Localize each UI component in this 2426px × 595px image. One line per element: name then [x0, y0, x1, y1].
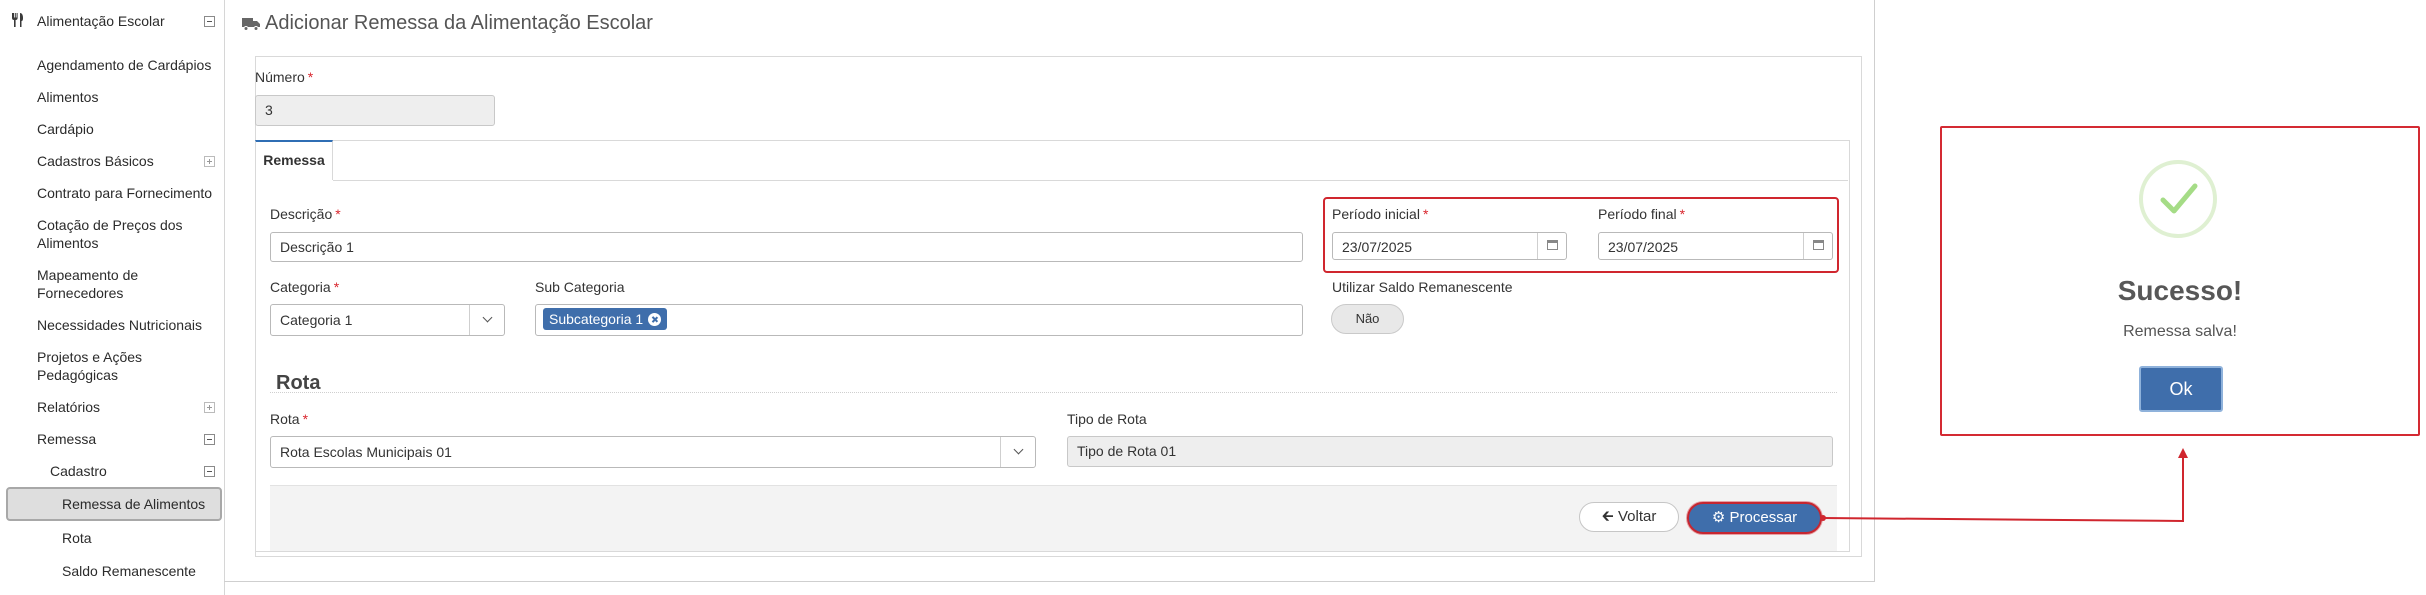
ok-button[interactable]: Ok	[2139, 366, 2223, 412]
check-icon	[2160, 183, 2198, 214]
success-title: Sucesso!	[2117, 275, 2243, 306]
success-message: Remessa salva!	[2123, 323, 2237, 340]
